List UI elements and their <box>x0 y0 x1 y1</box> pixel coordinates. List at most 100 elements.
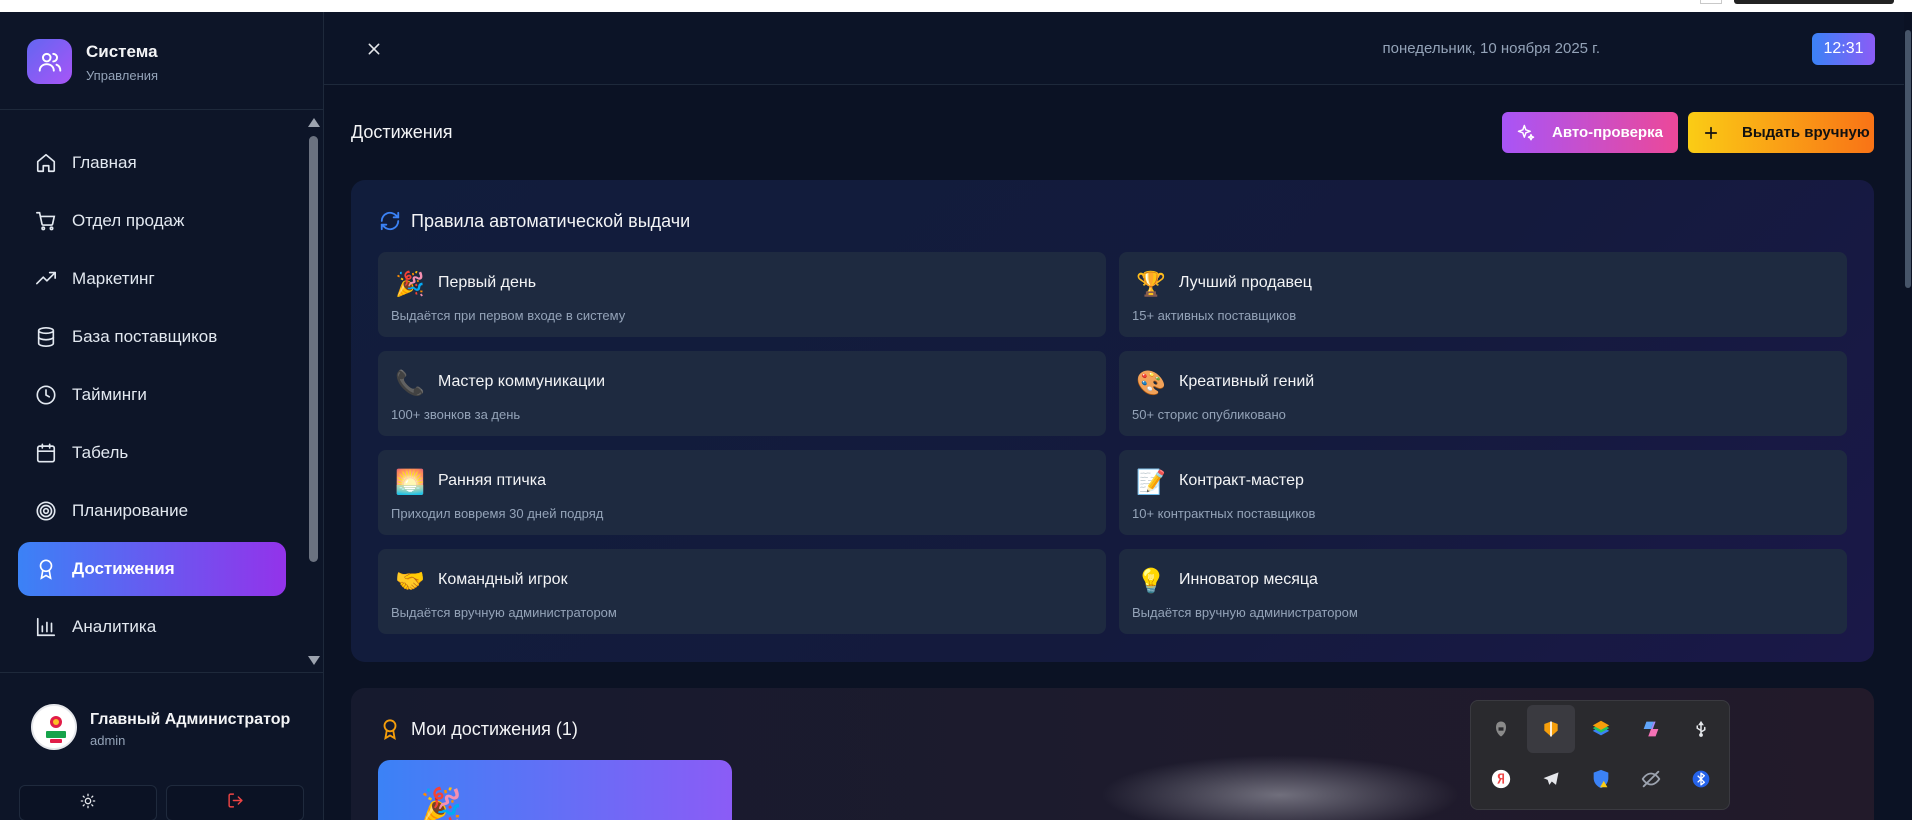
sparkles-icon <box>1516 123 1536 143</box>
avatar[interactable] <box>31 704 77 750</box>
sidebar-item-home[interactable]: Главная <box>18 136 286 190</box>
user-block: Главный Администратор admin <box>0 672 323 820</box>
sidebar-item-analytics[interactable]: Аналитика <box>18 600 286 654</box>
browser-top-strip <box>0 0 1912 12</box>
sidebar-item-timings[interactable]: Тайминги <box>18 368 286 422</box>
scroll-thumb[interactable] <box>309 136 318 562</box>
sidebar-item-label: Планирование <box>72 501 189 520</box>
current-time-badge: 12:31 <box>1812 33 1875 65</box>
rule-title: Командный игрок <box>438 571 568 588</box>
auto-rules-panel: Правила автоматической выдачи 🎉 Первый д… <box>351 180 1874 662</box>
party-popper-icon: 🎉 <box>420 787 463 820</box>
page-scroll-thumb[interactable] <box>1905 30 1911 288</box>
party-popper-icon: 🎉 <box>395 270 425 298</box>
auto-check-button[interactable]: Авто-проверка <box>1502 112 1678 153</box>
rule-description: Выдаётся при первом входе в систему <box>391 308 626 323</box>
home-icon <box>34 151 58 175</box>
sidebar-item-marketing[interactable]: Маркетинг <box>18 252 286 306</box>
sun-icon <box>80 793 96 814</box>
rule-card[interactable]: 🤝 Командный игрок Выдаётся вручную админ… <box>378 549 1106 634</box>
handshake-icon: 🤝 <box>395 567 425 595</box>
top-header: понедельник, 10 ноября 2025 г. 12:31 <box>324 12 1912 85</box>
sidebar: Система Управления Главная Отдел продаж … <box>0 12 324 820</box>
logout-button[interactable] <box>166 785 304 820</box>
phone-icon: 📞 <box>395 369 425 397</box>
clock-icon <box>34 383 58 407</box>
palette-icon: 🎨 <box>1136 369 1166 397</box>
rule-description: 15+ активных поставщиков <box>1132 308 1297 323</box>
page-title: Достижения <box>351 122 453 142</box>
rules-title-text: Правила автоматической выдачи <box>411 210 691 231</box>
rule-card[interactable]: 🎉 Первый день Выдаётся при первом входе … <box>378 252 1106 337</box>
rule-card[interactable]: 🌅 Ранняя птичка Приходил вовремя 30 дней… <box>378 450 1106 535</box>
award-icon <box>379 718 401 740</box>
award-icon <box>34 557 58 581</box>
brand-title: Система <box>86 42 158 61</box>
rule-description: 100+ звонков за день <box>391 407 521 422</box>
sidebar-scrollbar[interactable] <box>306 110 322 672</box>
achievement-card[interactable]: 🎉 <box>378 760 732 820</box>
sidebar-item-label: Отдел продаж <box>72 211 185 230</box>
cart-icon <box>34 209 58 233</box>
brand-subtitle: Управления <box>86 68 159 83</box>
gpu-icon[interactable] <box>1477 705 1525 753</box>
issue-manually-label: Выдать вручную <box>1742 124 1870 141</box>
rule-card[interactable]: 🏆 Лучший продавец 15+ активных поставщик… <box>1119 252 1847 337</box>
system-tray-overflow <box>1470 700 1730 810</box>
brand: Система Управления <box>0 12 323 110</box>
rule-card[interactable]: 🎨 Креативный гений 50+ сторис опубликова… <box>1119 351 1847 436</box>
security-warning-icon[interactable] <box>1577 755 1625 803</box>
user-name: Главный Администратор <box>90 711 291 728</box>
rule-card[interactable]: 📞 Мастер коммуникации 100+ звонков за де… <box>378 351 1106 436</box>
page-scrollbar[interactable] <box>1904 12 1912 820</box>
rule-title: Контракт-мастер <box>1179 472 1304 489</box>
window-control[interactable] <box>1700 0 1722 4</box>
copilot-icon[interactable] <box>1627 705 1675 753</box>
user-role: admin <box>90 733 126 748</box>
bluestacks-icon[interactable] <box>1577 705 1625 753</box>
issue-manually-button[interactable]: Выдать вручную <box>1688 112 1874 153</box>
calendar-icon <box>34 441 58 465</box>
sidebar-item-label: База поставщиков <box>72 327 218 346</box>
rule-title: Инноватор месяца <box>1179 571 1318 588</box>
theme-toggle-button[interactable] <box>19 785 157 820</box>
rule-title: Первый день <box>438 274 537 291</box>
my-achievements-title-text: Мои достижения (1) <box>411 718 578 739</box>
sidebar-item-sales[interactable]: Отдел продаж <box>18 194 286 248</box>
sidebar-nav: Главная Отдел продаж Маркетинг База пост… <box>0 110 306 672</box>
sidebar-item-label: Аналитика <box>72 617 157 636</box>
sidebar-item-label: Главная <box>72 153 137 172</box>
telegram-icon[interactable] <box>1527 755 1575 803</box>
rule-card[interactable]: 💡 Инноватор месяца Выдаётся вручную адми… <box>1119 549 1847 634</box>
scroll-up-arrow[interactable] <box>308 118 320 127</box>
sidebar-item-planning[interactable]: Планирование <box>18 484 286 538</box>
bar-chart-icon <box>34 615 58 639</box>
memo-icon: 📝 <box>1136 468 1166 496</box>
bluetooth-icon[interactable] <box>1677 755 1725 803</box>
my-achievements-title: Мои достижения (1) <box>379 718 578 740</box>
sidebar-item-label: Табель <box>72 443 129 462</box>
logout-icon <box>227 792 244 814</box>
sidebar-item-timesheet[interactable]: Табель <box>18 426 286 480</box>
close-icon[interactable] <box>359 34 389 64</box>
yandex-icon[interactable] <box>1477 755 1525 803</box>
rule-description: Выдаётся вручную администратором <box>391 605 617 620</box>
sidebar-item-suppliers[interactable]: База поставщиков <box>18 310 286 364</box>
refresh-icon <box>379 210 401 232</box>
usb-icon[interactable] <box>1677 705 1725 753</box>
rule-description: Приходил вовремя 30 дней подряд <box>391 506 604 521</box>
rule-description: Выдаётся вручную администратором <box>1132 605 1358 620</box>
trending-up-icon <box>34 267 58 291</box>
sidebar-item-label: Маркетинг <box>72 269 155 288</box>
sidebar-item-achievements[interactable]: Достижения <box>18 542 286 596</box>
window-tab[interactable] <box>1734 0 1894 4</box>
target-icon <box>34 499 58 523</box>
hidden-eye-icon[interactable] <box>1627 755 1675 803</box>
lightbulb-icon: 💡 <box>1136 567 1166 595</box>
auto-check-label: Авто-проверка <box>1552 124 1663 141</box>
scroll-down-arrow[interactable] <box>308 656 320 665</box>
app-icon[interactable] <box>1527 705 1575 753</box>
trophy-icon: 🏆 <box>1136 270 1166 298</box>
sidebar-item-label: Достижения <box>72 559 175 578</box>
rule-card[interactable]: 📝 Контракт-мастер 10+ контрактных постав… <box>1119 450 1847 535</box>
